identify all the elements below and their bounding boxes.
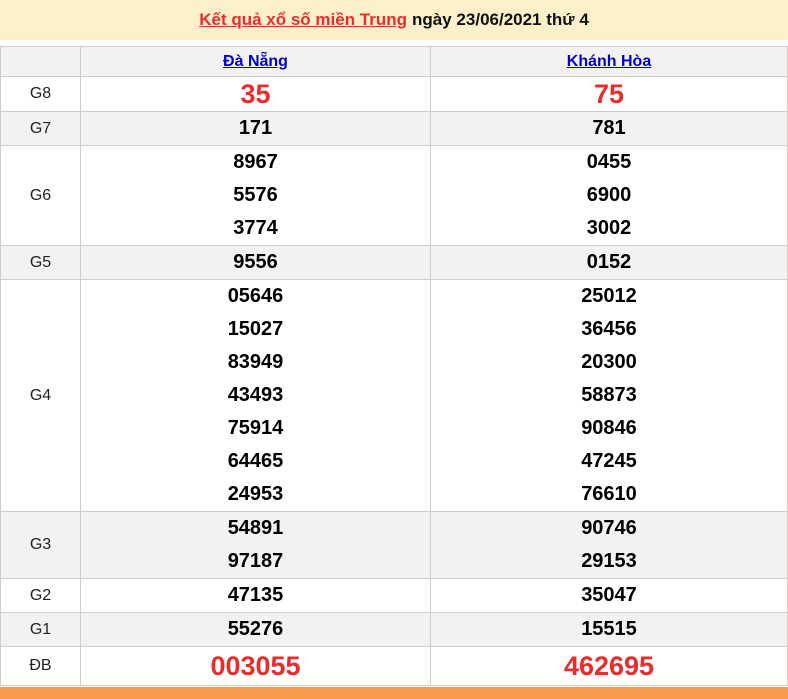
result-number: 29153: [581, 550, 637, 572]
table-row: G3 54891 97187 90746 29153: [0, 511, 788, 579]
result-number: 5576: [233, 184, 278, 206]
result-cell-khanhhoa: 0455 6900 3002: [430, 145, 788, 246]
result-cell-khanhhoa: 462695: [430, 646, 788, 686]
prize-label: G6: [0, 145, 81, 246]
result-cell-khanhhoa: 35047: [430, 578, 788, 613]
result-number: 35047: [581, 584, 637, 606]
result-number: 24953: [227, 483, 284, 505]
result-number: 90746: [581, 517, 637, 539]
table-row: G1 55276 15515: [0, 612, 788, 647]
result-number: 6900: [586, 184, 632, 206]
table-row: ĐB 003055 462695: [0, 646, 788, 686]
result-number: 54891: [227, 517, 284, 539]
result-number: 9556: [233, 251, 278, 273]
result-cell-khanhhoa: 90746 29153: [430, 511, 788, 579]
result-cell-danang: 05646 15027 83949 43493 75914 64465 24953: [80, 279, 431, 512]
table-row: G8 35 75: [0, 76, 788, 112]
prize-label: G2: [0, 578, 81, 613]
result-number: 55276: [227, 618, 284, 640]
result-cell-danang: 54891 97187: [80, 511, 431, 579]
result-cell-danang: 9556: [80, 245, 431, 280]
result-number: 75: [593, 79, 625, 109]
result-number: 15515: [581, 618, 637, 640]
result-number: 0455: [586, 151, 632, 173]
result-number: 76610: [581, 483, 637, 505]
result-number: 25012: [581, 285, 637, 307]
result-number: 90846: [581, 417, 637, 439]
result-cell-khanhhoa: 15515: [430, 612, 788, 647]
result-number: 36456: [581, 318, 637, 340]
province-link-khanh-hoa[interactable]: Khánh Hòa: [567, 53, 651, 70]
results-body: G8 35 75 G7 171 781 G6 8967 5576 3774 0455 6900 3002…: [0, 76, 788, 686]
result-number: 75914: [227, 417, 284, 439]
result-cell-danang: 47135: [80, 578, 431, 613]
result-cell-danang: 8967 5576 3774: [80, 145, 431, 246]
results-table: Đà Nẵng Khánh Hòa G8 35 75 G7 171 781 G6 8967 55…: [0, 46, 788, 686]
table-row: G2 47135 35047: [0, 578, 788, 613]
title-bar: Kết quả xổ số miền Trung ngày 23/06/2021…: [0, 0, 788, 40]
prize-label: G3: [0, 511, 81, 579]
prize-label: ĐB: [0, 646, 81, 686]
prize-label: G5: [0, 245, 81, 280]
header-row: Đà Nẵng Khánh Hòa: [0, 46, 788, 77]
result-number: 3774: [233, 217, 278, 239]
province-link-da-nang[interactable]: Đà Nẵng: [223, 53, 288, 70]
result-number: 97187: [227, 550, 284, 572]
result-number: 35: [240, 79, 271, 109]
result-number: 003055: [210, 651, 301, 681]
result-cell-khanhhoa: 0152: [430, 245, 788, 280]
draw-date-text: ngày 23/06/2021 thứ 4: [412, 10, 589, 29]
result-number: 20300: [581, 351, 637, 373]
result-number: 3002: [586, 217, 632, 239]
result-number: 781: [592, 117, 626, 139]
prize-label: G1: [0, 612, 81, 647]
result-cell-khanhhoa: 75: [430, 76, 788, 112]
result-number: 47245: [581, 450, 637, 472]
prize-label: G8: [0, 76, 81, 112]
result-number: 171: [238, 117, 273, 139]
result-number: 05646: [227, 285, 284, 307]
table-row: G4 05646 15027 83949 43493 75914 64465 24953 250…: [0, 279, 788, 512]
prize-label: G4: [0, 279, 81, 512]
result-number: 0152: [586, 251, 632, 273]
result-cell-khanhhoa: 781: [430, 111, 788, 146]
result-number: 15027: [227, 318, 284, 340]
result-number: 47135: [227, 584, 284, 606]
column-header-da-nang: Đà Nẵng: [80, 46, 431, 77]
table-row: G7 171 781: [0, 111, 788, 146]
prize-label: G7: [0, 111, 81, 146]
column-header-khanh-hoa: Khánh Hòa: [430, 46, 788, 77]
result-number: 58873: [581, 384, 637, 406]
result-number: 43493: [227, 384, 284, 406]
result-cell-khanhhoa: 25012 36456 20300 58873 90846 47245 76610: [430, 279, 788, 512]
region-title-link[interactable]: Kết quả xổ số miền Trung: [199, 10, 407, 30]
table-row: G5 9556 0152: [0, 245, 788, 280]
table-row: G6 8967 5576 3774 0455 6900 3002: [0, 145, 788, 246]
result-number: 462695: [563, 651, 655, 681]
result-cell-danang: 35: [80, 76, 431, 112]
corner-cell: [0, 46, 81, 77]
result-number: 64465: [227, 450, 284, 472]
result-number: 83949: [227, 351, 284, 373]
footer-accent-bar: [0, 687, 788, 699]
result-cell-danang: 171: [80, 111, 431, 146]
result-number: 8967: [233, 151, 278, 173]
result-cell-danang: 55276: [80, 612, 431, 647]
result-cell-danang: 003055: [80, 646, 431, 686]
